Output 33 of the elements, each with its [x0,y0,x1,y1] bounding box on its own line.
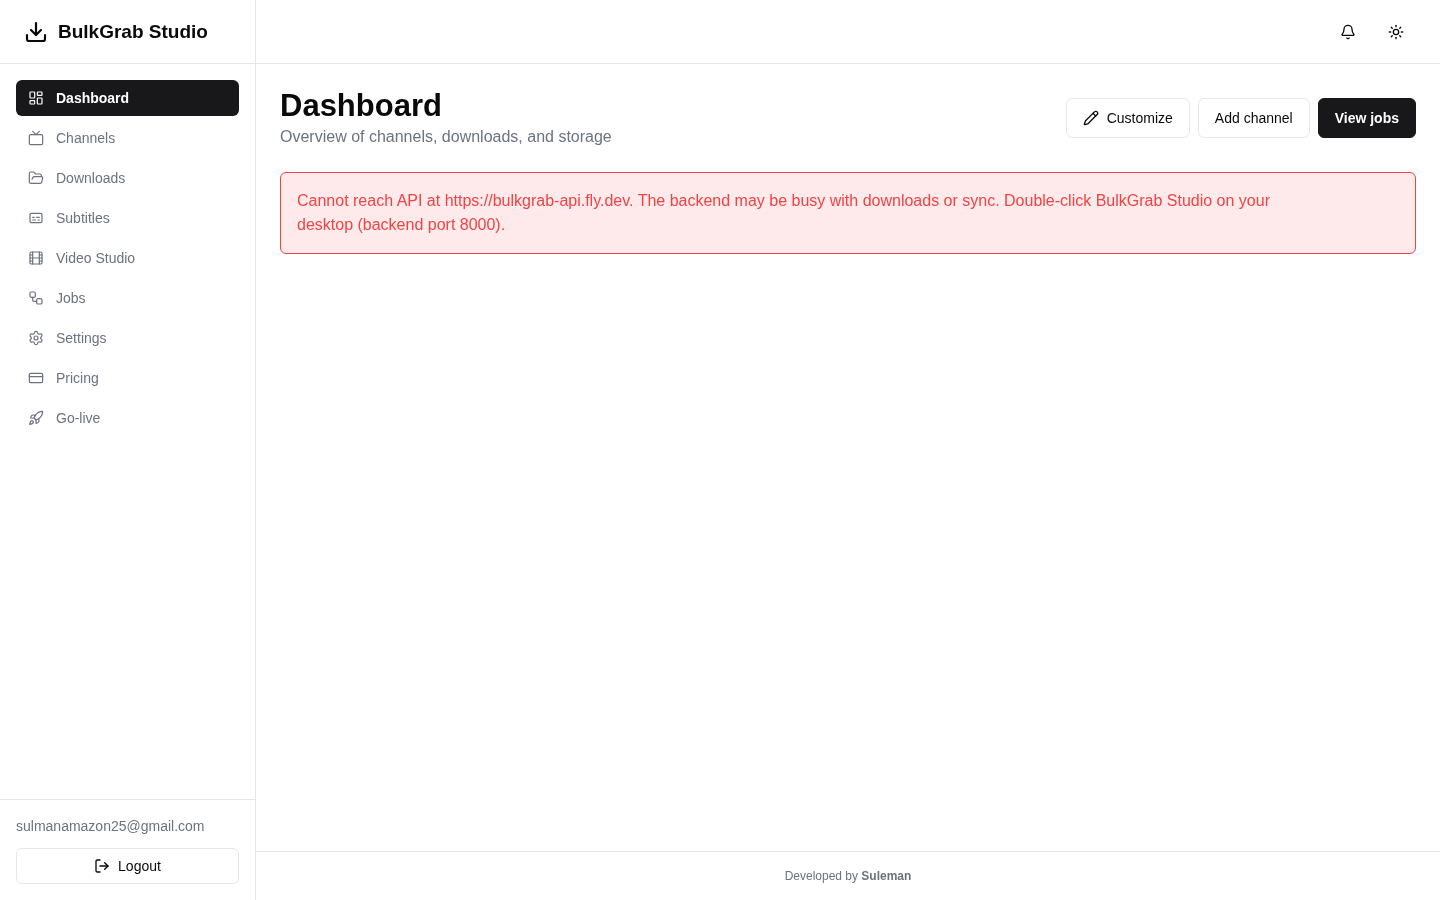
credit-card-icon [28,370,44,386]
user-email: sulmanamazon25@gmail.com [16,817,206,836]
logout-icon [94,858,111,874]
sidebar-item[interactable]: Settings [16,320,239,356]
sun-icon [1388,23,1404,40]
outline-button[interactable]: Add channel [1197,98,1310,138]
primary-button[interactable]: View jobs [1317,98,1416,138]
download-icon [24,19,48,44]
pencil-icon [1082,110,1099,126]
folder-icon [28,170,44,186]
grid-icon [28,90,44,106]
sidebar-item[interactable]: Dashboard [16,80,239,116]
app-title: BulkGrab Studio [58,20,208,43]
footer-credit: Developed by Suleman [784,869,912,883]
sidebar-item[interactable]: Go-live [16,400,239,436]
page-title: Dashboard [280,88,443,124]
film-icon [28,250,44,266]
page-subtitle: Overview of channels, downloads, and storage [280,127,612,147]
sidebar-item[interactable]: Channels [16,120,239,156]
settings-icon [28,330,44,346]
bell-icon [1340,23,1356,40]
sidebar-item[interactable]: Jobs [16,280,239,316]
tv-icon [28,130,44,146]
sidebar-item[interactable]: Video Studio [16,240,239,276]
logout-button[interactable]: Logout [16,848,239,884]
error-message: Cannot reach API at https://bulkgrab-api.fly.dev. The backend may be busy with downloads or sync. Double-click BulkGrab Studio on your desktop (backend port 8000). [297,191,1271,235]
outline-button[interactable]: Customize [1065,98,1190,138]
captions-icon [28,210,44,226]
sidebar-item[interactable]: Pricing [16,360,239,396]
sidebar-item[interactable]: Subtitles [16,200,239,236]
rocket-icon [28,410,44,426]
workflow-icon [28,290,44,306]
sidebar-item[interactable]: Downloads [16,160,239,196]
